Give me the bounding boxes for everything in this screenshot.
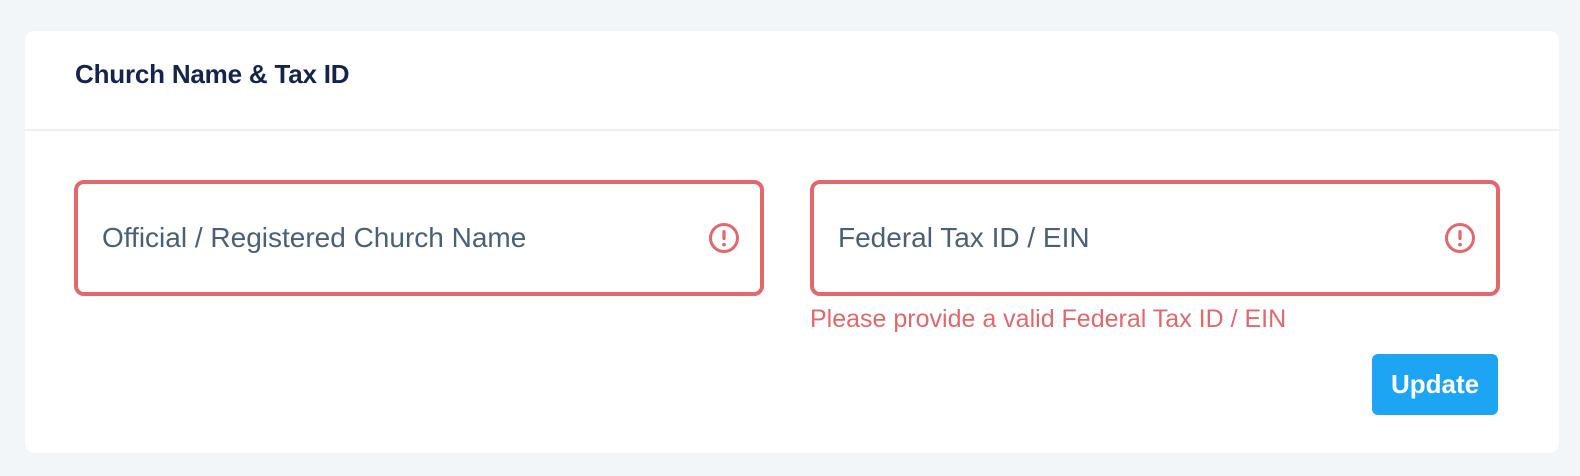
church-name-input[interactable] — [102, 184, 682, 292]
card-header: Church Name & Tax ID — [25, 31, 1559, 131]
exclamation-circle-icon — [1445, 223, 1475, 253]
tax-id-field[interactable] — [810, 180, 1500, 296]
update-button[interactable]: Update — [1372, 354, 1498, 415]
church-name-field[interactable] — [74, 180, 764, 296]
church-info-card: Church Name & Tax ID Please provide a va… — [25, 31, 1559, 453]
tax-id-input[interactable] — [838, 184, 1418, 292]
exclamation-circle-icon — [709, 223, 739, 253]
tax-id-error-message: Please provide a valid Federal Tax ID / … — [810, 305, 1287, 333]
card-title: Church Name & Tax ID — [75, 59, 350, 89]
